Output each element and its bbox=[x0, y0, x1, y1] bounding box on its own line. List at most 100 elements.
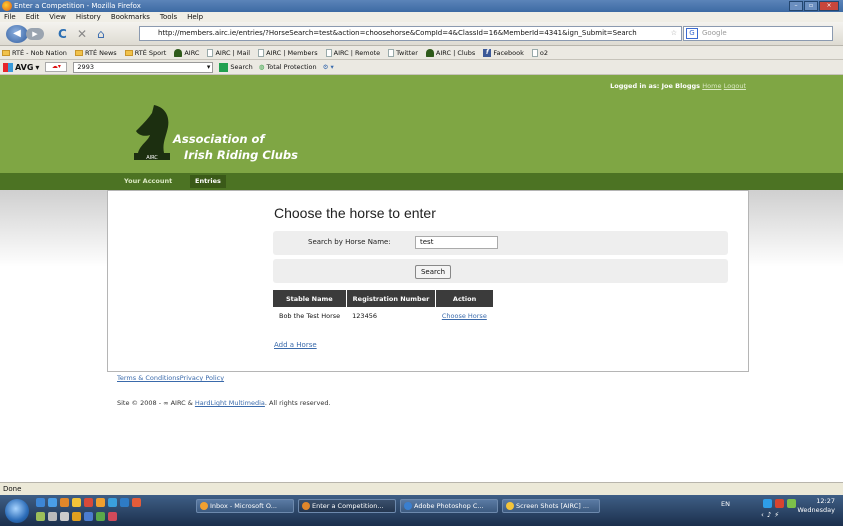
url-input[interactable]: http://members.airc.ie/entries/?HorseSea… bbox=[139, 26, 682, 41]
bookmark-item[interactable]: o2 bbox=[531, 48, 548, 57]
avg-icon bbox=[3, 62, 13, 72]
bookmark-item[interactable]: AIRC | Remote bbox=[325, 48, 380, 57]
language-indicator[interactable]: EN bbox=[721, 500, 730, 508]
page-icon bbox=[531, 48, 538, 57]
page-icon bbox=[325, 48, 332, 57]
menu-history[interactable]: History bbox=[76, 12, 101, 22]
search-input[interactable]: G Google bbox=[683, 26, 833, 41]
bookmark-label: AIRC bbox=[184, 48, 200, 57]
facebook-icon: f bbox=[483, 48, 492, 57]
entry-panel: Choose the horse to enter Search by Hors… bbox=[107, 190, 749, 372]
menu-help[interactable]: Help bbox=[187, 12, 203, 22]
bookmark-item[interactable]: AIRC | Members bbox=[258, 48, 318, 57]
choose-horse-link[interactable]: Choose Horse bbox=[442, 312, 487, 320]
hardlight-link[interactable]: HardLight Multimedia bbox=[195, 399, 265, 407]
quick-launch-row2 bbox=[36, 512, 117, 521]
avg-search-value: 2993 bbox=[77, 62, 94, 71]
task-photoshop[interactable]: Adobe Photoshop C... bbox=[400, 499, 498, 513]
bookmark-item[interactable]: f Facebook bbox=[483, 48, 524, 57]
clock[interactable]: 12:27 Wednesday bbox=[797, 497, 835, 515]
show-hidden-icon[interactable]: ‹ bbox=[761, 511, 764, 519]
bookmark-item[interactable]: RTÉ Sport bbox=[124, 49, 166, 57]
bookmark-item[interactable]: AIRC | Mail bbox=[207, 48, 251, 57]
bookmark-star-icon[interactable]: ☆ bbox=[671, 27, 677, 40]
app-icon[interactable] bbox=[60, 512, 69, 521]
maximize-button[interactable]: ▫ bbox=[804, 1, 818, 11]
messenger-icon[interactable] bbox=[108, 498, 117, 507]
app-icon[interactable] bbox=[36, 512, 45, 521]
reload-icon[interactable]: C bbox=[58, 27, 67, 41]
menu-bookmarks[interactable]: Bookmarks bbox=[111, 12, 150, 22]
logo-line1: Association of bbox=[173, 132, 265, 146]
page-icon bbox=[207, 48, 214, 57]
app-icon[interactable] bbox=[84, 512, 93, 521]
media-icon[interactable] bbox=[84, 498, 93, 507]
horse-logo-icon[interactable]: AIRC bbox=[130, 103, 174, 161]
avg-search-button[interactable]: Search bbox=[219, 62, 253, 72]
logged-in-text: Logged in as: Joe Bloggs bbox=[610, 82, 700, 90]
nav-your-account[interactable]: Your Account bbox=[119, 175, 177, 188]
ie-icon[interactable] bbox=[48, 498, 57, 507]
nav-entries[interactable]: Entries bbox=[190, 175, 226, 188]
back-button[interactable]: ◀ bbox=[6, 25, 28, 43]
menu-edit[interactable]: Edit bbox=[26, 12, 40, 22]
app-icon[interactable] bbox=[108, 512, 117, 521]
home-icon[interactable]: ⌂ bbox=[97, 27, 105, 41]
home-link[interactable]: Home bbox=[702, 82, 721, 90]
outlook-icon[interactable] bbox=[96, 498, 105, 507]
avg-search-select[interactable]: 2993 bbox=[73, 61, 214, 73]
weather-icon[interactable]: ☁▾ bbox=[45, 62, 68, 72]
page-content: Logged in as: Joe Bloggs Home Logout AIR… bbox=[0, 75, 843, 475]
folder-icon bbox=[74, 49, 83, 56]
task-outlook[interactable]: Inbox - Microsoft O... bbox=[196, 499, 294, 513]
menu-tools[interactable]: Tools bbox=[160, 12, 177, 22]
bookmark-item[interactable]: AIRC | Clubs bbox=[425, 48, 475, 57]
firefox-icon[interactable] bbox=[60, 498, 69, 507]
terms-link[interactable]: Terms & ConditionsPrivacy Policy bbox=[117, 374, 224, 382]
avg-tray-icon[interactable] bbox=[775, 499, 784, 508]
task-firefox[interactable]: Enter a Competition... bbox=[298, 499, 396, 513]
avg-protection-button[interactable]: ◍ Total Protection bbox=[259, 63, 317, 71]
bookmark-item[interactable]: RTÉ News bbox=[74, 49, 117, 57]
app-icon[interactable] bbox=[72, 512, 81, 521]
start-button[interactable] bbox=[5, 499, 29, 523]
menu-file[interactable]: File bbox=[4, 12, 16, 22]
google-icon: G bbox=[686, 28, 698, 39]
search-button[interactable]: Search bbox=[415, 265, 451, 279]
horse-name-input[interactable]: test bbox=[415, 236, 498, 249]
bookmark-item[interactable]: AIRC bbox=[174, 48, 200, 57]
app-icon[interactable] bbox=[120, 498, 129, 507]
bookmark-item[interactable]: RTÉ - Nob Nation bbox=[2, 49, 67, 57]
horse-table: Stable Name Registration Number Action B… bbox=[273, 290, 493, 324]
tray-app-icon[interactable] bbox=[787, 499, 796, 508]
search-form: Search by Horse Name: test bbox=[273, 231, 728, 255]
copyright-prefix: Site © 2008 - ∞ AIRC & bbox=[117, 399, 195, 407]
app-icon[interactable] bbox=[96, 512, 105, 521]
task-label: Enter a Competition... bbox=[312, 502, 384, 510]
network-icon[interactable] bbox=[763, 499, 772, 508]
menu-view[interactable]: View bbox=[49, 12, 66, 22]
avg-logo[interactable]: AVG ▾ bbox=[3, 62, 39, 72]
search-label: Search by Horse Name: bbox=[308, 238, 391, 246]
bookmark-label: AIRC | Mail bbox=[215, 48, 251, 57]
desktop-icon[interactable] bbox=[36, 498, 45, 507]
task-explorer[interactable]: Screen Shots [AIRC] ... bbox=[502, 499, 600, 513]
add-horse-link[interactable]: Add a Horse bbox=[274, 341, 317, 349]
app-icon[interactable] bbox=[48, 512, 57, 521]
app-icon[interactable] bbox=[132, 498, 141, 507]
outlook-icon bbox=[200, 502, 208, 510]
volume-icon[interactable]: ♪ bbox=[767, 511, 771, 519]
logout-link[interactable]: Logout bbox=[724, 82, 746, 90]
close-button[interactable]: × bbox=[819, 1, 839, 11]
bookmark-item[interactable]: Twitter bbox=[388, 48, 418, 57]
bookmark-label: RTÉ - Nob Nation bbox=[12, 48, 67, 57]
table-header-row: Stable Name Registration Number Action bbox=[273, 290, 493, 307]
stop-icon[interactable]: ✕ bbox=[77, 27, 87, 41]
power-icon[interactable]: ⚡ bbox=[774, 511, 779, 519]
folder-icon[interactable] bbox=[72, 498, 81, 507]
site-logo-text: Association of Irish Riding Clubs bbox=[173, 131, 298, 163]
firefox-icon bbox=[302, 502, 310, 510]
avg-options-icon[interactable]: ⚙ ▾ bbox=[323, 63, 334, 71]
minimize-button[interactable]: – bbox=[789, 1, 803, 11]
forward-button[interactable]: ▶ bbox=[26, 28, 44, 40]
